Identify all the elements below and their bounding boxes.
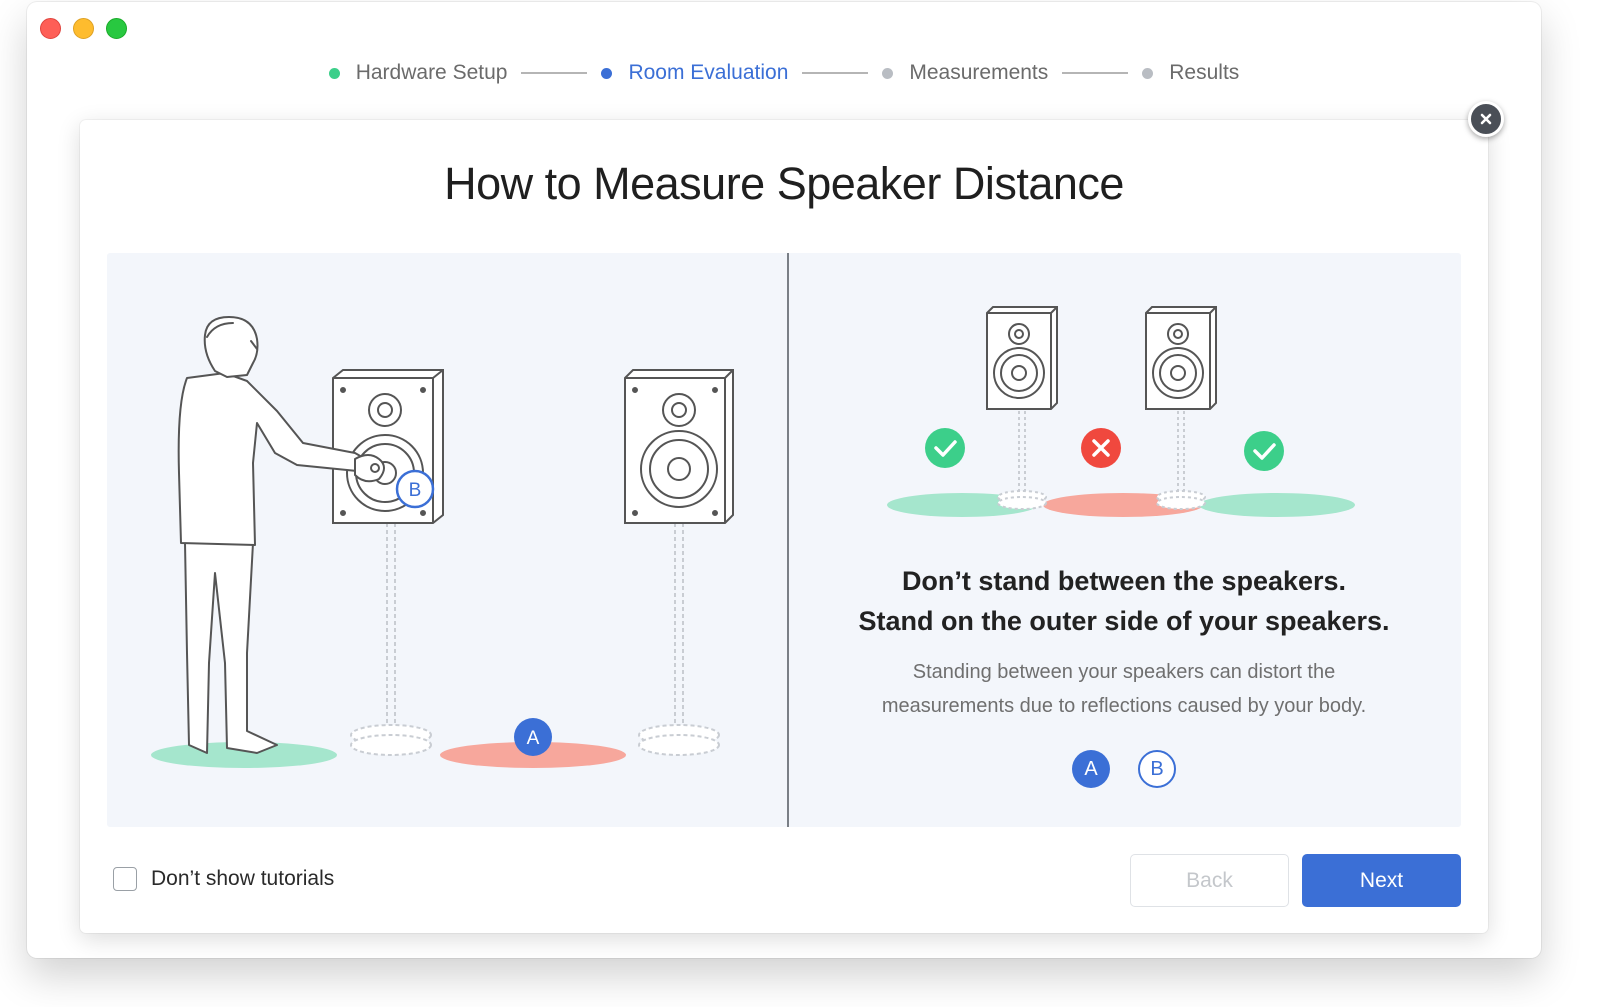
window-minimize-button[interactable] xyxy=(73,18,94,39)
step-room-evaluation: Room Evaluation xyxy=(601,61,788,85)
illustration-badge-b-label: B xyxy=(409,480,422,501)
speaker-stand-right xyxy=(638,523,720,756)
person-measuring-illustration: B A xyxy=(151,316,734,768)
speaker-right xyxy=(624,369,734,524)
window-close-button[interactable] xyxy=(40,18,61,39)
step-connector xyxy=(1062,72,1129,74)
next-button[interactable]: Next xyxy=(1302,854,1461,907)
tutorial-dialog: How to Measure Speaker Distance B A Don’… xyxy=(80,120,1488,933)
error-x-icon xyxy=(1081,428,1121,468)
description-line-1: Standing between your speakers can disto… xyxy=(912,661,1336,683)
tutorial-headline: Don’t stand between the speakers. Stand … xyxy=(797,561,1451,641)
step-connector xyxy=(802,72,869,74)
speaker-stand-left xyxy=(350,523,432,756)
badge-b: B xyxy=(1138,750,1176,788)
dont-show-tutorials-checkbox[interactable] xyxy=(113,867,137,891)
window-zoom-button[interactable] xyxy=(106,18,127,39)
step-label: Room Evaluation xyxy=(628,61,789,84)
step-label: Results xyxy=(1169,61,1240,84)
step-label: Measurements xyxy=(909,61,1049,84)
illustration-badge-a: A xyxy=(514,718,552,756)
small-speaker-left xyxy=(986,306,1058,410)
headline-line-1: Don’t stand between the speakers. xyxy=(901,566,1347,596)
step-todo-dot xyxy=(1142,67,1154,79)
progress-stepper: Hardware Setup Room Evaluation Measureme… xyxy=(27,58,1541,88)
good-zone-right xyxy=(1199,493,1355,517)
small-speaker-right xyxy=(1145,306,1217,410)
illustration-panel: B A Don’t stand between the speakers. St… xyxy=(107,253,1461,827)
back-button[interactable]: Back xyxy=(1130,854,1289,907)
step-connector xyxy=(521,72,588,74)
step-measurements: Measurements xyxy=(882,61,1048,85)
check-icon xyxy=(925,428,965,468)
dialog-close-button[interactable] xyxy=(1468,101,1504,137)
step-hardware-setup: Hardware Setup xyxy=(328,61,508,85)
step-todo-dot xyxy=(882,67,894,79)
step-active-dot xyxy=(601,67,613,79)
close-icon xyxy=(1480,113,1492,125)
check-icon xyxy=(1244,431,1284,471)
headline-line-2: Stand on the outer side of your speakers… xyxy=(858,606,1390,636)
step-label: Hardware Setup xyxy=(355,61,508,84)
panel-divider xyxy=(787,253,789,827)
speaker-position-illustration xyxy=(887,306,1355,517)
dont-show-tutorials-label: Don’t show tutorials xyxy=(151,867,335,890)
tutorial-title: How to Measure Speaker Distance xyxy=(444,158,1124,209)
description-line-2: measurements due to reflections caused b… xyxy=(881,695,1367,717)
badge-a: A xyxy=(1072,750,1110,788)
illustration-badge-b: B xyxy=(395,469,435,509)
dont-show-tutorials-control[interactable]: Don’t show tutorials xyxy=(113,867,334,891)
step-results: Results xyxy=(1142,61,1239,85)
illustration-badge-a-label: A xyxy=(527,728,540,749)
app-window: Hardware Setup Room Evaluation Measureme… xyxy=(27,2,1541,958)
step-done-dot xyxy=(328,67,340,79)
tutorial-description: Standing between your speakers can disto… xyxy=(807,655,1441,723)
